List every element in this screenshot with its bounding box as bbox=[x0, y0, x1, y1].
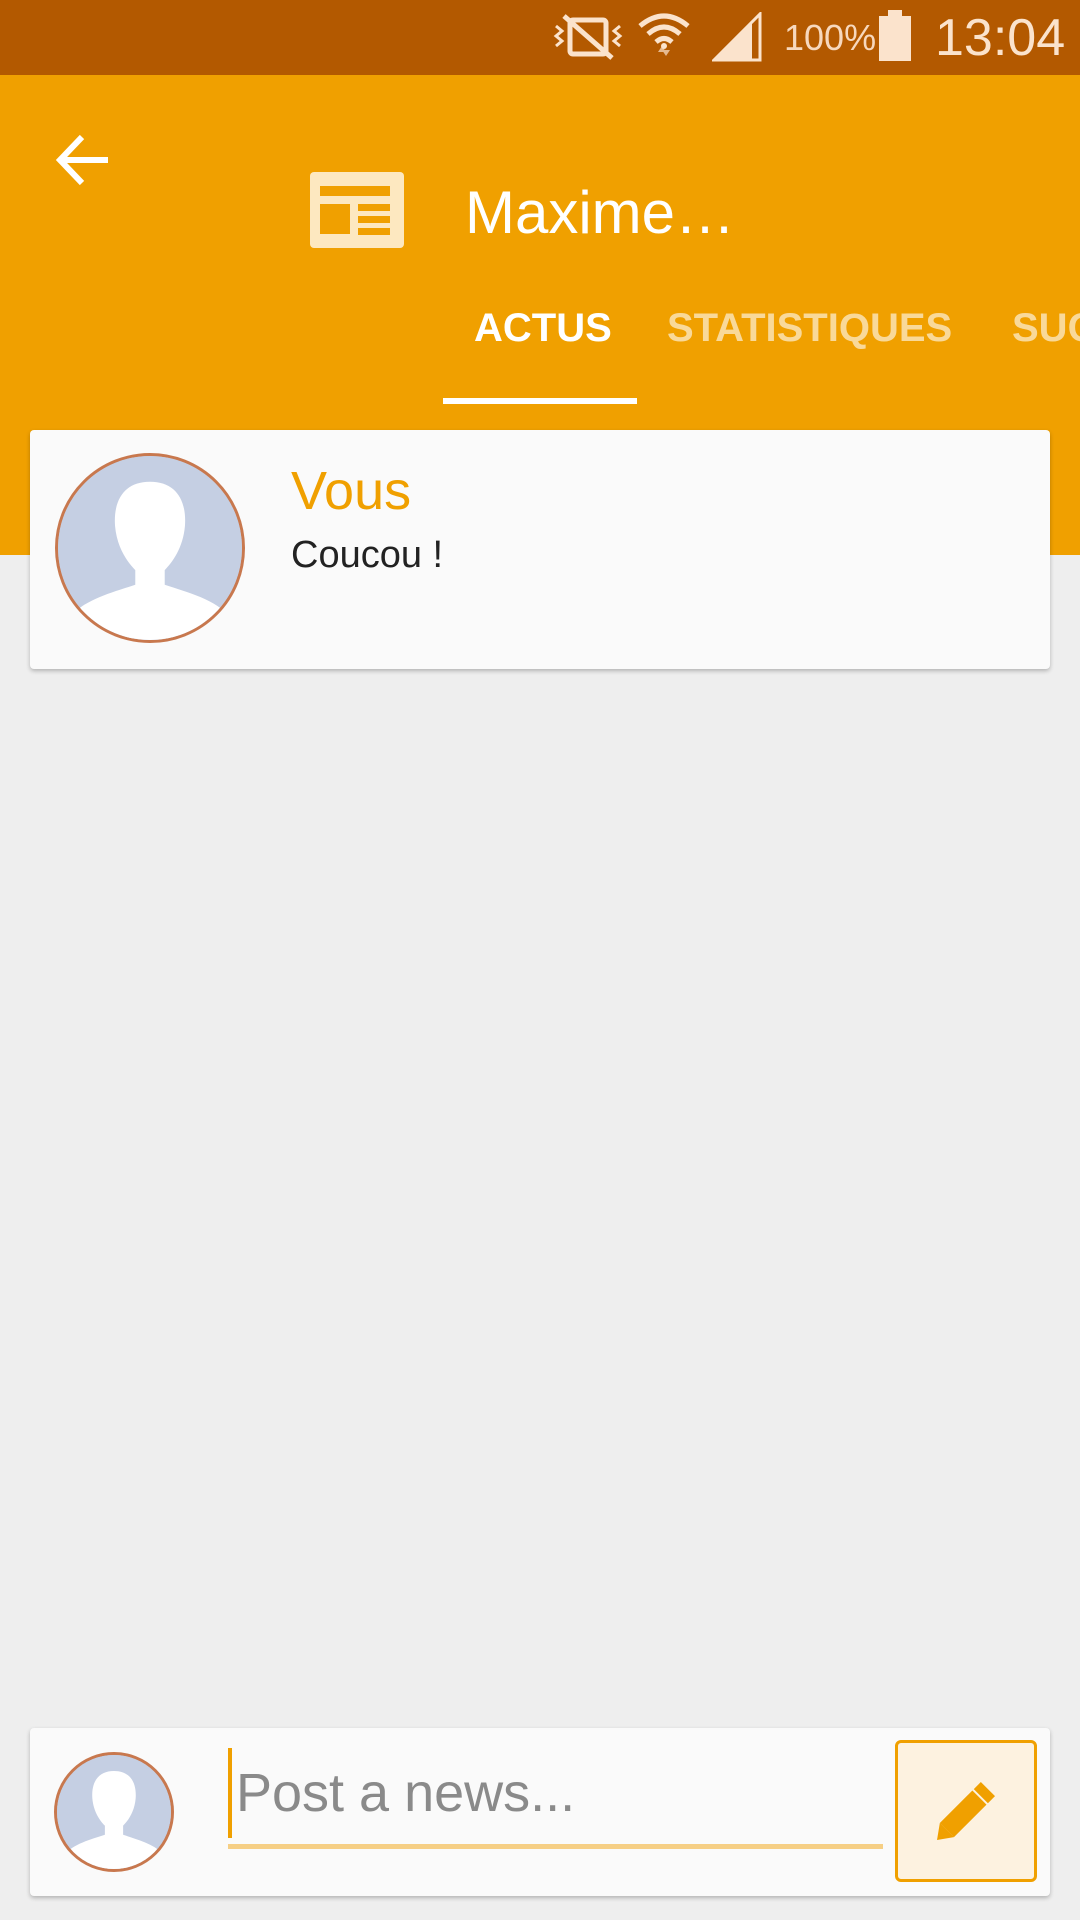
post-submit-button[interactable] bbox=[895, 1740, 1037, 1882]
tab-statistiques[interactable]: STATISTIQUES bbox=[667, 306, 952, 351]
default-avatar-icon bbox=[55, 453, 245, 643]
battery-icon bbox=[879, 10, 911, 61]
pencil-icon bbox=[937, 1782, 995, 1840]
newspaper-icon bbox=[310, 172, 404, 248]
tab-actus[interactable]: ACTUS bbox=[474, 306, 612, 351]
tab-suc[interactable]: SUC bbox=[1012, 306, 1080, 351]
post-author: Vous bbox=[291, 461, 412, 521]
signal-icon bbox=[712, 12, 762, 62]
news-card[interactable]: Vous Coucou ! bbox=[30, 430, 1050, 669]
post-composer bbox=[30, 1728, 1050, 1896]
input-underline bbox=[228, 1844, 883, 1849]
user-avatar-icon bbox=[54, 1752, 174, 1872]
active-tab-indicator bbox=[443, 398, 637, 404]
battery-percent: 100% bbox=[784, 17, 877, 58]
back-arrow-icon[interactable] bbox=[50, 125, 120, 195]
post-news-input[interactable] bbox=[228, 1748, 883, 1838]
wifi-icon bbox=[638, 13, 690, 56]
vibrate-off-icon bbox=[553, 14, 623, 60]
post-message: Coucou ! bbox=[291, 534, 444, 576]
tab-bar: ACTUS STATISTIQUES SUC bbox=[0, 300, 1080, 405]
clock: 13:04 bbox=[935, 9, 1066, 67]
status-bar: 100% 13:04 bbox=[0, 0, 1080, 75]
page-title: Maxime… bbox=[465, 179, 736, 246]
